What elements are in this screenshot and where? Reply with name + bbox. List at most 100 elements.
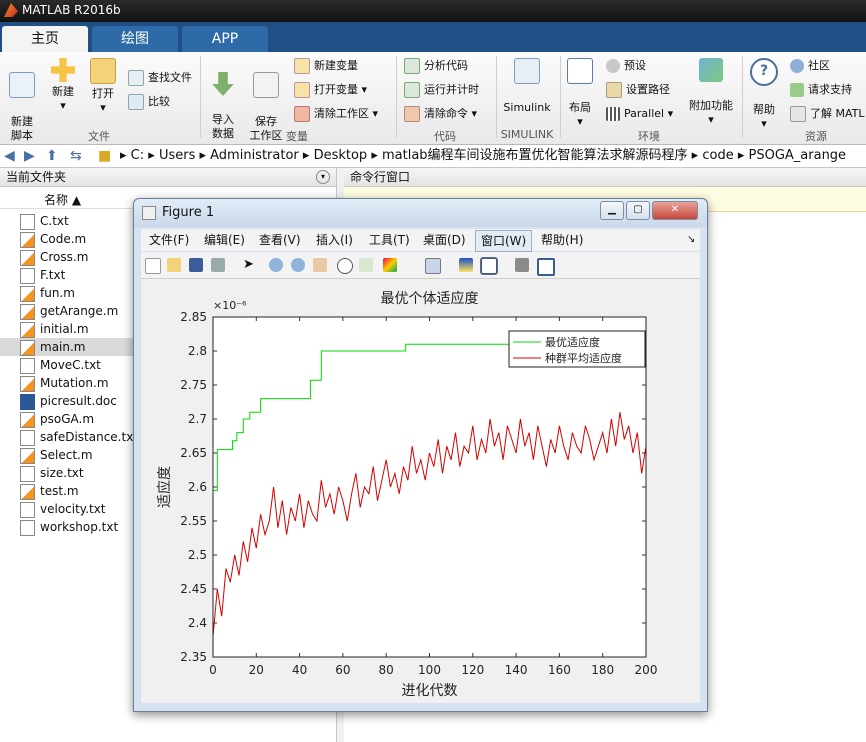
zoom-out-icon[interactable] [291,258,305,272]
file-group-label: 文件 [88,130,110,143]
panel-actions-icon[interactable]: ▾ [316,170,330,184]
list-item[interactable]: C.txt [20,212,69,230]
breadcrumb-item[interactable]: PSOGA_arange [749,148,847,163]
list-item[interactable]: Code.m [20,230,86,248]
tab-apps[interactable]: APP [182,26,268,52]
list-item[interactable]: test.m [20,482,79,500]
new-button[interactable]: 新建 ▾ [46,58,80,113]
list-item[interactable]: picresult.doc [20,392,117,410]
menu-view[interactable]: 查看(V) [259,229,301,251]
data-cursor-icon[interactable] [359,258,373,272]
fitness-chart[interactable]: 最优个体适应度 ×10⁻⁶ 进化代数 适应度 0 20 40 60 80 100 120 14… [141,279,700,703]
y-tick-label: 2.4 [188,616,207,630]
preferences-button[interactable]: 预设 [606,56,646,76]
menu-window[interactable]: 窗口(W) [475,230,533,252]
tab-plots[interactable]: 绘图 [92,26,178,52]
close-button[interactable]: ✕ [652,201,698,220]
zoom-in-icon[interactable] [269,258,283,272]
file-name: workshop.txt [40,520,119,534]
open-file-icon[interactable] [167,258,181,272]
support-icon [790,83,804,97]
folder-icon: ■ [98,148,112,164]
text-file-icon [20,501,35,518]
community-button[interactable]: 社区 [790,56,830,76]
breadcrumb-item[interactable]: C: [131,148,144,163]
brush-icon[interactable] [383,258,397,272]
list-item[interactable]: velocity.txt [20,500,106,518]
request-support-button[interactable]: 请求支持 [790,80,852,100]
list-item[interactable]: workshop.txt [20,518,118,536]
browse-folder-icon[interactable]: ⇆ [70,145,82,167]
save-icon[interactable] [189,258,203,272]
run-and-time-button[interactable]: 运行并计时 [404,80,479,100]
list-item[interactable]: safeDistance.txt [20,428,138,446]
legend-icon[interactable] [480,257,498,275]
list-item[interactable]: F.txt [20,266,65,284]
matlab-logo-icon [4,3,18,17]
menu-help[interactable]: 帮助(H) [541,229,583,251]
breadcrumb-item[interactable]: matlab编程车间设施布置优化智能算法求解源码程序 [382,148,688,163]
breadcrumb-item[interactable]: Users [159,148,195,163]
maximize-button[interactable]: ▢ [626,201,650,220]
list-item[interactable]: initial.m [20,320,89,338]
breadcrumb-item[interactable]: code [702,148,733,163]
dock-arrow-icon[interactable]: ↘ [687,229,695,251]
layout-icon [567,58,593,84]
tab-home[interactable]: 主页 [2,26,88,52]
print-icon[interactable] [211,258,225,272]
menu-edit[interactable]: 编辑(E) [204,229,245,251]
y-tick-label: 2.35 [180,650,207,664]
clear-commands-button[interactable]: 清除命令 ▾ [404,104,477,124]
list-item[interactable]: getArange.m [20,302,118,320]
save-workspace-icon [253,72,279,98]
list-item[interactable]: size.txt [20,464,84,482]
menu-desktop[interactable]: 桌面(D) [423,229,466,251]
clear-workspace-button[interactable]: 清除工作区 ▾ [294,104,378,124]
hide-plot-tools-icon[interactable] [515,258,529,272]
colorbar-icon[interactable] [459,258,473,272]
forward-icon[interactable]: ▶ [24,145,35,167]
learn-matlab-button[interactable]: 了解 MATL [790,104,865,124]
new-variable-button[interactable]: 新建变量 [294,56,358,76]
simulink-button[interactable]: Simulink [502,58,552,115]
parallel-button[interactable]: Parallel ▾ [606,104,673,124]
new-figure-icon[interactable] [145,258,161,274]
list-item[interactable]: Mutation.m [20,374,109,392]
up-folder-icon[interactable]: ⬆ [46,145,58,167]
pan-icon[interactable] [313,258,327,272]
simulink-icon [514,58,540,84]
show-plot-tools-icon[interactable] [537,258,555,276]
minimize-button[interactable]: ▁ [600,201,624,220]
list-item[interactable]: MoveC.txt [20,356,101,374]
open-button[interactable]: 打开 ▾ [86,58,120,115]
layout-button[interactable]: 布局 ▾ [564,58,596,129]
name-column-header[interactable]: 名称 ▲ [44,191,81,208]
menu-tools[interactable]: 工具(T) [369,229,410,251]
menu-insert[interactable]: 插入(I) [316,229,353,251]
breadcrumb-item[interactable]: Desktop [314,148,368,163]
new-variable-icon [294,58,310,74]
breadcrumb: ▸ C: ▸ Users ▸ Administrator ▸ Desktop ▸… [120,148,847,163]
file-name: safeDistance.txt [40,430,139,444]
list-item[interactable]: fun.m [20,284,75,302]
menu-file[interactable]: 文件(F) [149,229,189,251]
help-button[interactable]: ? 帮助 ▾ [748,58,780,131]
link-plot-icon[interactable] [425,258,441,274]
add-ons-button[interactable]: 附加功能 ▾ [686,58,736,127]
list-item[interactable]: Cross.m [20,248,88,266]
open-variable-button[interactable]: 打开变量 ▾ [294,80,367,100]
analyze-code-button[interactable]: 分析代码 [404,56,468,76]
plus-icon [51,58,75,82]
y-tick-label: 2.55 [180,514,207,528]
list-item[interactable]: psoGA.m [20,410,94,428]
y-tick-label: 2.85 [180,310,207,324]
rotate-3d-icon[interactable] [337,258,353,274]
set-path-button[interactable]: 设置路径 [606,80,670,100]
find-files-button[interactable]: 查找文件 [128,68,192,88]
back-icon[interactable]: ◀ [4,145,15,167]
list-item[interactable]: Select.m [20,446,93,464]
compare-button[interactable]: 比较 [128,92,170,112]
breadcrumb-item[interactable]: Administrator [210,148,299,163]
x-tick-label: 60 [335,663,350,677]
pointer-icon[interactable]: ➤ [243,258,257,272]
